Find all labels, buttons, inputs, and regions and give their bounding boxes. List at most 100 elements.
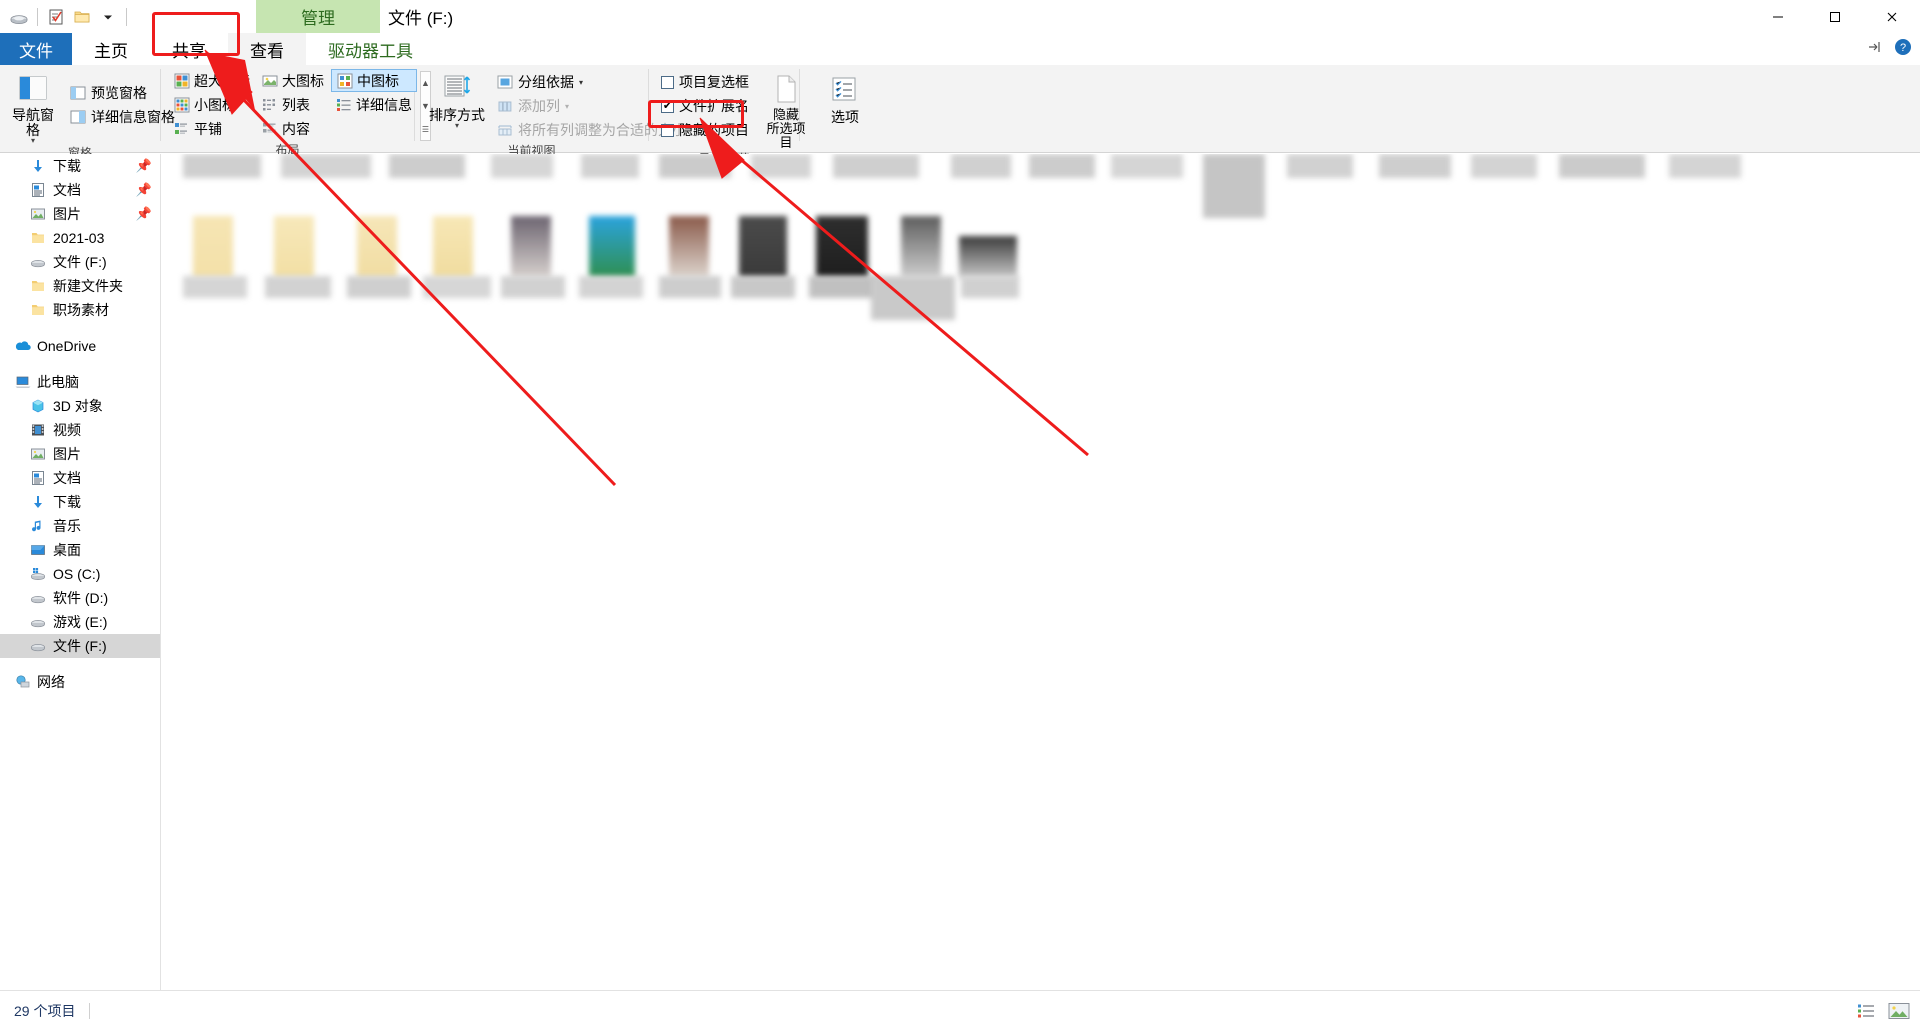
file-tile[interactable] bbox=[659, 276, 721, 298]
file-tile[interactable] bbox=[1471, 154, 1537, 178]
file-tile[interactable] bbox=[1203, 154, 1265, 218]
minimize-button[interactable] bbox=[1749, 0, 1806, 33]
nav-item-pictures-quick[interactable]: 图片 📌 bbox=[0, 202, 160, 226]
tab-view[interactable]: 查看 bbox=[228, 33, 306, 65]
properties-icon[interactable] bbox=[43, 4, 69, 30]
file-thumbnail[interactable] bbox=[959, 236, 1017, 278]
file-thumbnail[interactable] bbox=[589, 216, 635, 278]
add-columns-caret-icon[interactable]: ▾ bbox=[565, 102, 569, 111]
file-thumbnail[interactable] bbox=[433, 216, 473, 278]
view-extra-large-icons[interactable]: 超大图标 bbox=[169, 69, 255, 92]
group-by-caret-icon[interactable]: ▾ bbox=[579, 78, 583, 87]
file-tile[interactable] bbox=[809, 276, 879, 298]
nav-item-workplace-material[interactable]: 职场素材 bbox=[0, 298, 160, 322]
view-tiles[interactable]: 平铺 bbox=[169, 117, 255, 140]
nav-item-os-drive-c[interactable]: OS (C:) bbox=[0, 562, 160, 586]
nav-item-onedrive[interactable]: OneDrive bbox=[0, 334, 160, 358]
file-name-extensions-option[interactable]: ✔ 文件扩展名 bbox=[657, 94, 753, 118]
file-tile[interactable] bbox=[951, 154, 1011, 178]
nav-item-downloads-quick[interactable]: 下载 📌 bbox=[0, 154, 160, 178]
nav-item-new-folder[interactable]: 新建文件夹 bbox=[0, 274, 160, 298]
nav-item-downloads[interactable]: 下载 bbox=[0, 490, 160, 514]
nav-item-this-pc[interactable]: 此电脑 bbox=[0, 370, 160, 394]
view-small-icons[interactable]: 小图标 bbox=[169, 93, 255, 116]
hidden-items-option[interactable]: 隐藏的项目 bbox=[657, 118, 753, 142]
nav-item-documents[interactable]: 文档 bbox=[0, 466, 160, 490]
view-content[interactable]: 内容 bbox=[257, 117, 329, 140]
file-tile[interactable] bbox=[1111, 154, 1183, 178]
large-icons-view-button[interactable] bbox=[1888, 1001, 1910, 1021]
nav-item-pictures[interactable]: 图片 bbox=[0, 442, 160, 466]
file-thumbnail[interactable] bbox=[669, 216, 709, 278]
nav-item-drive-d[interactable]: 软件 (D:) bbox=[0, 586, 160, 610]
tab-file[interactable]: 文件 bbox=[0, 33, 72, 65]
file-tile[interactable] bbox=[1379, 154, 1451, 178]
file-tile[interactable] bbox=[265, 276, 331, 298]
file-tile[interactable] bbox=[833, 154, 919, 178]
file-tile[interactable] bbox=[659, 154, 731, 178]
file-thumbnail[interactable] bbox=[511, 216, 551, 278]
file-tile[interactable] bbox=[281, 154, 371, 178]
nav-item-2021-03[interactable]: 2021-03 bbox=[0, 226, 160, 250]
sort-by-button[interactable]: 排序方式 ▾ bbox=[421, 69, 493, 130]
file-thumbnail[interactable] bbox=[901, 216, 941, 278]
pin-ribbon-icon[interactable] bbox=[1866, 39, 1882, 60]
nav-item-network[interactable]: 网络 bbox=[0, 670, 160, 694]
file-tile[interactable] bbox=[961, 276, 1019, 298]
nav-item-3d-objects[interactable]: 3D 对象 bbox=[0, 394, 160, 418]
file-tile[interactable] bbox=[1029, 154, 1095, 178]
item-checkboxes-checkbox[interactable] bbox=[661, 75, 674, 89]
new-folder-icon[interactable] bbox=[69, 4, 95, 30]
close-button[interactable] bbox=[1863, 0, 1920, 33]
view-large-icons[interactable]: 大图标 bbox=[257, 69, 329, 92]
tab-drive-tools[interactable]: 驱动器工具 bbox=[306, 33, 435, 65]
file-tile[interactable] bbox=[581, 154, 639, 178]
nav-item-music[interactable]: 音乐 bbox=[0, 514, 160, 538]
file-tile[interactable] bbox=[1287, 154, 1353, 178]
customize-qat-caret-icon[interactable] bbox=[95, 4, 121, 30]
file-thumbnail[interactable] bbox=[739, 216, 787, 278]
file-tile[interactable] bbox=[389, 154, 465, 178]
file-tile[interactable] bbox=[871, 276, 955, 320]
file-tile[interactable] bbox=[423, 276, 491, 298]
details-view-button[interactable] bbox=[1856, 1001, 1878, 1021]
file-list-view[interactable] bbox=[161, 154, 1920, 990]
file-tile[interactable] bbox=[183, 276, 247, 298]
file-tile[interactable] bbox=[347, 276, 411, 298]
nav-item-videos[interactable]: 视频 bbox=[0, 418, 160, 442]
nav-item-drive-e[interactable]: 游戏 (E:) bbox=[0, 610, 160, 634]
file-thumbnail[interactable] bbox=[816, 216, 868, 278]
file-tile[interactable] bbox=[1669, 154, 1741, 178]
file-tile[interactable] bbox=[501, 276, 565, 298]
navigation-pane[interactable]: 下载 📌 文档 📌 图片 📌 2021-03 文件 (F:) 新建文件夹 职场素… bbox=[0, 154, 160, 990]
sort-by-caret-icon[interactable]: ▾ bbox=[455, 122, 459, 130]
file-thumbnail[interactable] bbox=[357, 216, 397, 278]
view-list[interactable]: 列表 bbox=[257, 93, 329, 116]
maximize-button[interactable] bbox=[1806, 0, 1863, 33]
nav-item-desktop[interactable]: 桌面 bbox=[0, 538, 160, 562]
pin-icon[interactable]: 📌 bbox=[136, 206, 152, 222]
file-thumbnail[interactable] bbox=[193, 216, 233, 278]
tab-share[interactable]: 共享 bbox=[150, 33, 228, 65]
item-checkboxes-option[interactable]: 项目复选框 bbox=[657, 70, 753, 94]
options-button[interactable]: 选项 bbox=[812, 71, 878, 125]
file-tile[interactable] bbox=[1559, 154, 1645, 178]
file-tile[interactable] bbox=[491, 154, 553, 178]
drive-icon[interactable] bbox=[6, 4, 32, 30]
navigation-pane-button[interactable]: 导航窗格 ▾ bbox=[0, 69, 66, 145]
hidden-items-checkbox[interactable] bbox=[661, 123, 674, 137]
nav-item-documents-quick[interactable]: 文档 📌 bbox=[0, 178, 160, 202]
nav-item-drive-f-quick[interactable]: 文件 (F:) bbox=[0, 250, 160, 274]
file-name-extensions-checkbox[interactable]: ✔ bbox=[661, 99, 674, 113]
nav-item-drive-f[interactable]: 文件 (F:) bbox=[0, 634, 160, 658]
file-tile[interactable] bbox=[183, 154, 261, 178]
tab-home[interactable]: 主页 bbox=[72, 33, 150, 65]
view-details[interactable]: 详细信息 bbox=[331, 93, 417, 116]
pin-icon[interactable]: 📌 bbox=[136, 182, 152, 198]
file-thumbnail[interactable] bbox=[274, 216, 314, 278]
file-tile[interactable] bbox=[579, 276, 643, 298]
pin-icon[interactable]: 📌 bbox=[136, 158, 152, 174]
file-tile[interactable] bbox=[751, 154, 811, 178]
view-medium-icons[interactable]: 中图标 bbox=[331, 69, 417, 92]
help-icon[interactable]: ? bbox=[1894, 38, 1912, 61]
